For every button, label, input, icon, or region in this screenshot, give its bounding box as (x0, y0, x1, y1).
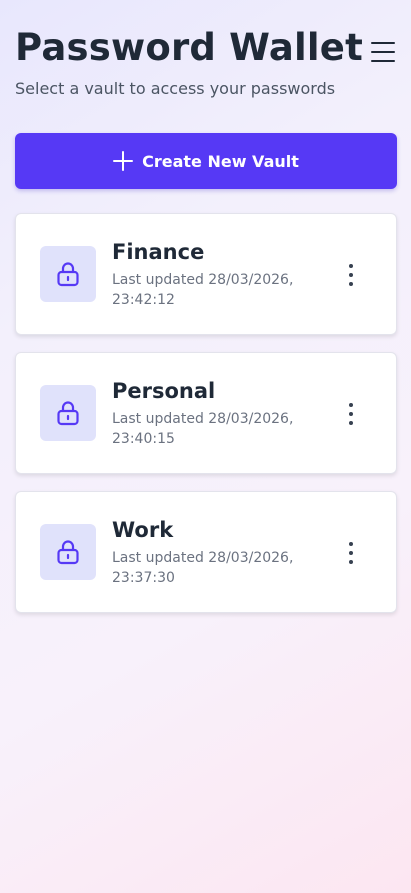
vault-card-work[interactable]: Work Last updated 28/03/2026, 23:37:30 (15, 491, 397, 613)
vault-name: Finance (112, 240, 205, 264)
vault-name: Work (112, 518, 174, 542)
lock-icon (40, 246, 96, 302)
lock-icon (40, 385, 96, 441)
more-vertical-icon[interactable] (340, 264, 362, 286)
vault-card-finance[interactable]: Finance Last updated 28/03/2026, 23:42:1… (15, 213, 397, 335)
vault-name: Personal (112, 379, 216, 403)
create-new-vault-label: Create New Vault (142, 151, 299, 171)
more-vertical-icon[interactable] (340, 542, 362, 564)
hamburger-menu-button[interactable] (370, 42, 396, 64)
hamburger-menu-icon (371, 51, 395, 53)
lock-icon (40, 524, 96, 580)
page-title: Password Wallet (15, 26, 363, 69)
vault-last-updated: Last updated 28/03/2026, 23:37:30 (112, 550, 294, 586)
page-header: Password Wallet (15, 26, 396, 70)
hamburger-menu-icon (371, 60, 395, 62)
vault-card-personal[interactable]: Personal Last updated 28/03/2026, 23:40:… (15, 352, 397, 474)
plus-icon (113, 151, 134, 171)
vault-list: Finance Last updated 28/03/2026, 23:42:1… (15, 213, 397, 630)
create-new-vault-button[interactable]: Create New Vault (15, 133, 397, 189)
vault-last-updated: Last updated 28/03/2026, 23:42:12 (112, 272, 294, 308)
page-subtitle: Select a vault to access your passwords (15, 79, 336, 98)
more-vertical-icon[interactable] (340, 403, 362, 425)
hamburger-menu-icon (371, 42, 395, 44)
vault-last-updated: Last updated 28/03/2026, 23:40:15 (112, 411, 294, 447)
